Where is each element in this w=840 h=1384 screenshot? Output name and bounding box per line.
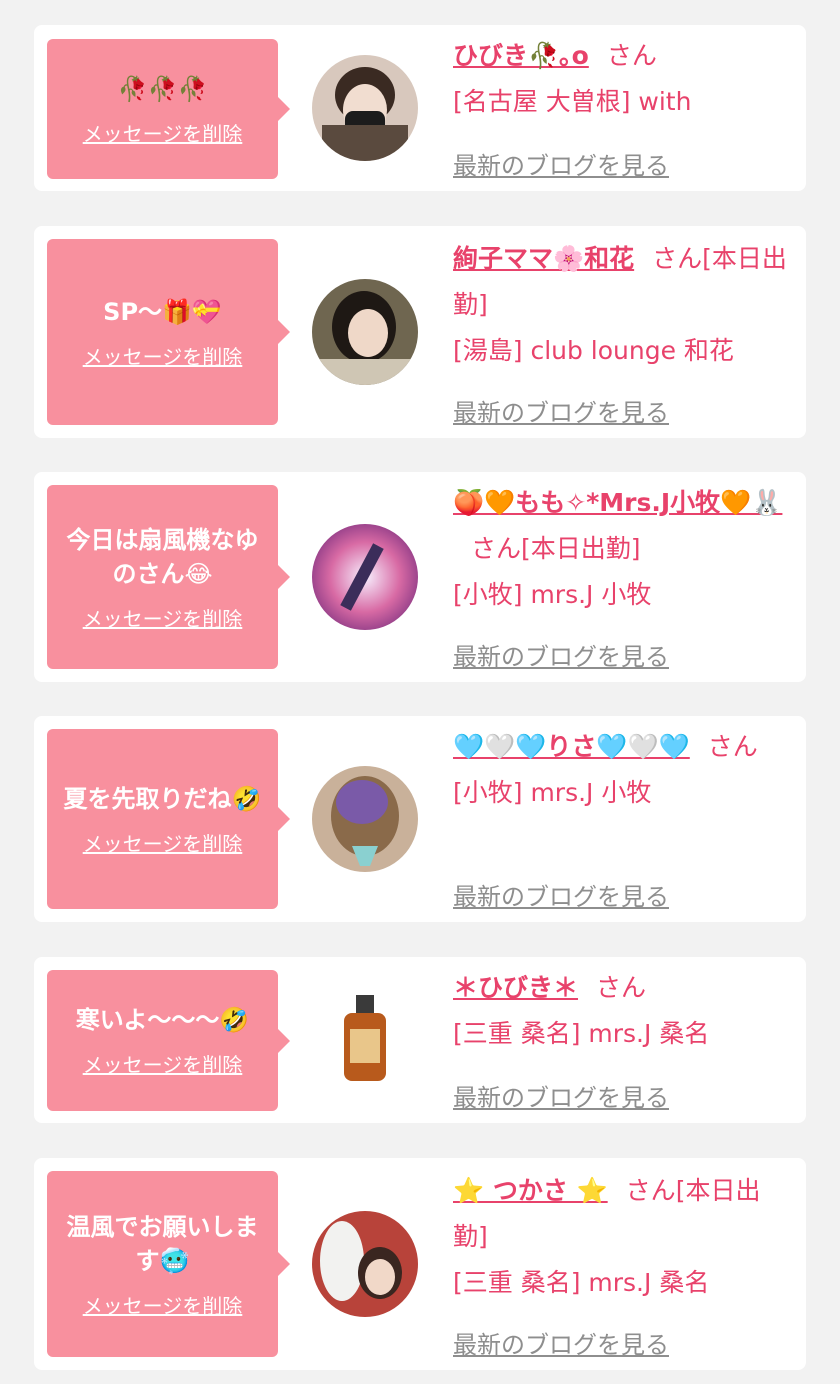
message-text: 🥀🥀🥀 [117, 74, 208, 103]
avatar[interactable] [312, 279, 418, 385]
shop-label: [小牧] mrs.J 小牧 [453, 580, 652, 609]
latest-blog-link[interactable]: 最新のブログを見る [453, 1075, 669, 1121]
message-card: 今日は扇風機なゆのさん😂 メッセージを削除 🍑🧡もも✧*Mrs.J小牧🧡🐰さん[… [34, 472, 806, 682]
profile-info: ＊ひびき＊ さん [三重 桑名] mrs.J 桑名 最新のブログを見る [453, 965, 794, 1112]
honorific: さん [471, 534, 522, 563]
shop-label: [小牧] mrs.J 小牧 [453, 778, 652, 807]
message-card: SP〜🎁💝 メッセージを削除 絢子ママ🌸和花 さん[本日出勤] [湯島] club… [34, 226, 806, 438]
profile-name-link[interactable]: ⭐ つかさ ⭐ [453, 1176, 608, 1205]
message-card: 寒いよ〜〜〜🤣 メッセージを削除 ＊ひびき＊ さん [三重 桑名] mrs.J 桑… [34, 957, 806, 1123]
message-text: 今日は扇風機なゆのさん😂 [66, 525, 259, 588]
message-card: 夏を先取りだね🤣 メッセージを削除 🩵🤍🩵りさ🩵🤍🩵 さん [小牧] mrs.J … [34, 716, 806, 922]
profile-name-link[interactable]: ひびき🥀｡o [453, 41, 589, 70]
latest-blog-link[interactable]: 最新のブログを見る [453, 634, 669, 680]
delete-message-link[interactable]: メッセージを削除 [83, 118, 243, 147]
delete-message-link[interactable]: メッセージを削除 [83, 828, 243, 857]
honorific: さん [652, 244, 703, 273]
message-bubble: 温風でお願いします🥶 メッセージを削除 [47, 1171, 290, 1357]
avatar[interactable] [312, 987, 418, 1093]
message-card: 🥀🥀🥀 メッセージを削除 ひびき🥀｡o さん [名古屋 大曽根] with 最新の… [34, 25, 806, 191]
delete-message-link[interactable]: メッセージを削除 [83, 1049, 243, 1078]
profile-name-link[interactable]: 🩵🤍🩵りさ🩵🤍🩵 [453, 732, 690, 761]
message-text: 温風でお願いします🥶 [66, 1212, 259, 1275]
profile-name-link[interactable]: 絢子ママ🌸和花 [453, 244, 634, 273]
message-bubble: 夏を先取りだね🤣 メッセージを削除 [47, 729, 290, 909]
avatar[interactable] [312, 766, 418, 872]
message-bubble: 今日は扇風機なゆのさん😂 メッセージを削除 [47, 485, 290, 669]
message-bubble: 🥀🥀🥀 メッセージを削除 [47, 39, 290, 179]
honorific: さん [596, 973, 647, 1002]
honorific: さん [606, 41, 657, 70]
latest-blog-link[interactable]: 最新のブログを見る [453, 143, 669, 189]
profile-info: ひびき🥀｡o さん [名古屋 大曽根] with 最新のブログを見る [453, 33, 794, 180]
delete-message-link[interactable]: メッセージを削除 [83, 603, 243, 632]
message-bubble: 寒いよ〜〜〜🤣 メッセージを削除 [47, 970, 290, 1111]
profile-info: 🩵🤍🩵りさ🩵🤍🩵 さん [小牧] mrs.J 小牧 最新のブログを見る [453, 724, 794, 911]
avatar[interactable] [312, 55, 418, 161]
profile-name-link[interactable]: 🍑🧡もも✧*Mrs.J小牧🧡🐰 [453, 488, 782, 517]
profile-info: ⭐ つかさ ⭐ さん[本日出勤] [三重 桑名] mrs.J 桑名 最新のブログを… [453, 1168, 794, 1359]
profile-info: 🍑🧡もも✧*Mrs.J小牧🧡🐰さん[本日出勤] [小牧] mrs.J 小牧 最新… [453, 480, 794, 671]
honorific: さん [707, 732, 758, 761]
shop-label: [湯島] club lounge 和花 [453, 336, 734, 365]
message-text: 寒いよ〜〜〜🤣 [75, 1006, 250, 1034]
shop-label: [三重 桑名] mrs.J 桑名 [453, 1268, 710, 1297]
avatar[interactable] [312, 524, 418, 630]
message-card: 温風でお願いします🥶 メッセージを削除 ⭐ つかさ ⭐ さん[本日出勤] [三重 … [34, 1158, 806, 1370]
delete-message-link[interactable]: メッセージを削除 [83, 1290, 243, 1319]
latest-blog-link[interactable]: 最新のブログを見る [453, 390, 669, 436]
latest-blog-link[interactable]: 最新のブログを見る [453, 874, 669, 920]
message-text: 夏を先取りだね🤣 [63, 784, 262, 813]
latest-blog-link[interactable]: 最新のブログを見る [453, 1322, 669, 1368]
message-bubble: SP〜🎁💝 メッセージを削除 [47, 239, 290, 425]
delete-message-link[interactable]: メッセージを削除 [83, 341, 243, 370]
shop-label: [三重 桑名] mrs.J 桑名 [453, 1019, 710, 1048]
profile-info: 絢子ママ🌸和花 さん[本日出勤] [湯島] club lounge 和花 最新のブ… [453, 236, 794, 427]
profile-name-link[interactable]: ＊ひびき＊ [453, 973, 578, 1002]
status-badge: [本日出勤] [521, 534, 641, 563]
avatar[interactable] [312, 1211, 418, 1317]
message-text: SP〜🎁💝 [103, 297, 222, 326]
honorific: さん [625, 1176, 676, 1205]
shop-label: [名古屋 大曽根] with [453, 87, 692, 116]
